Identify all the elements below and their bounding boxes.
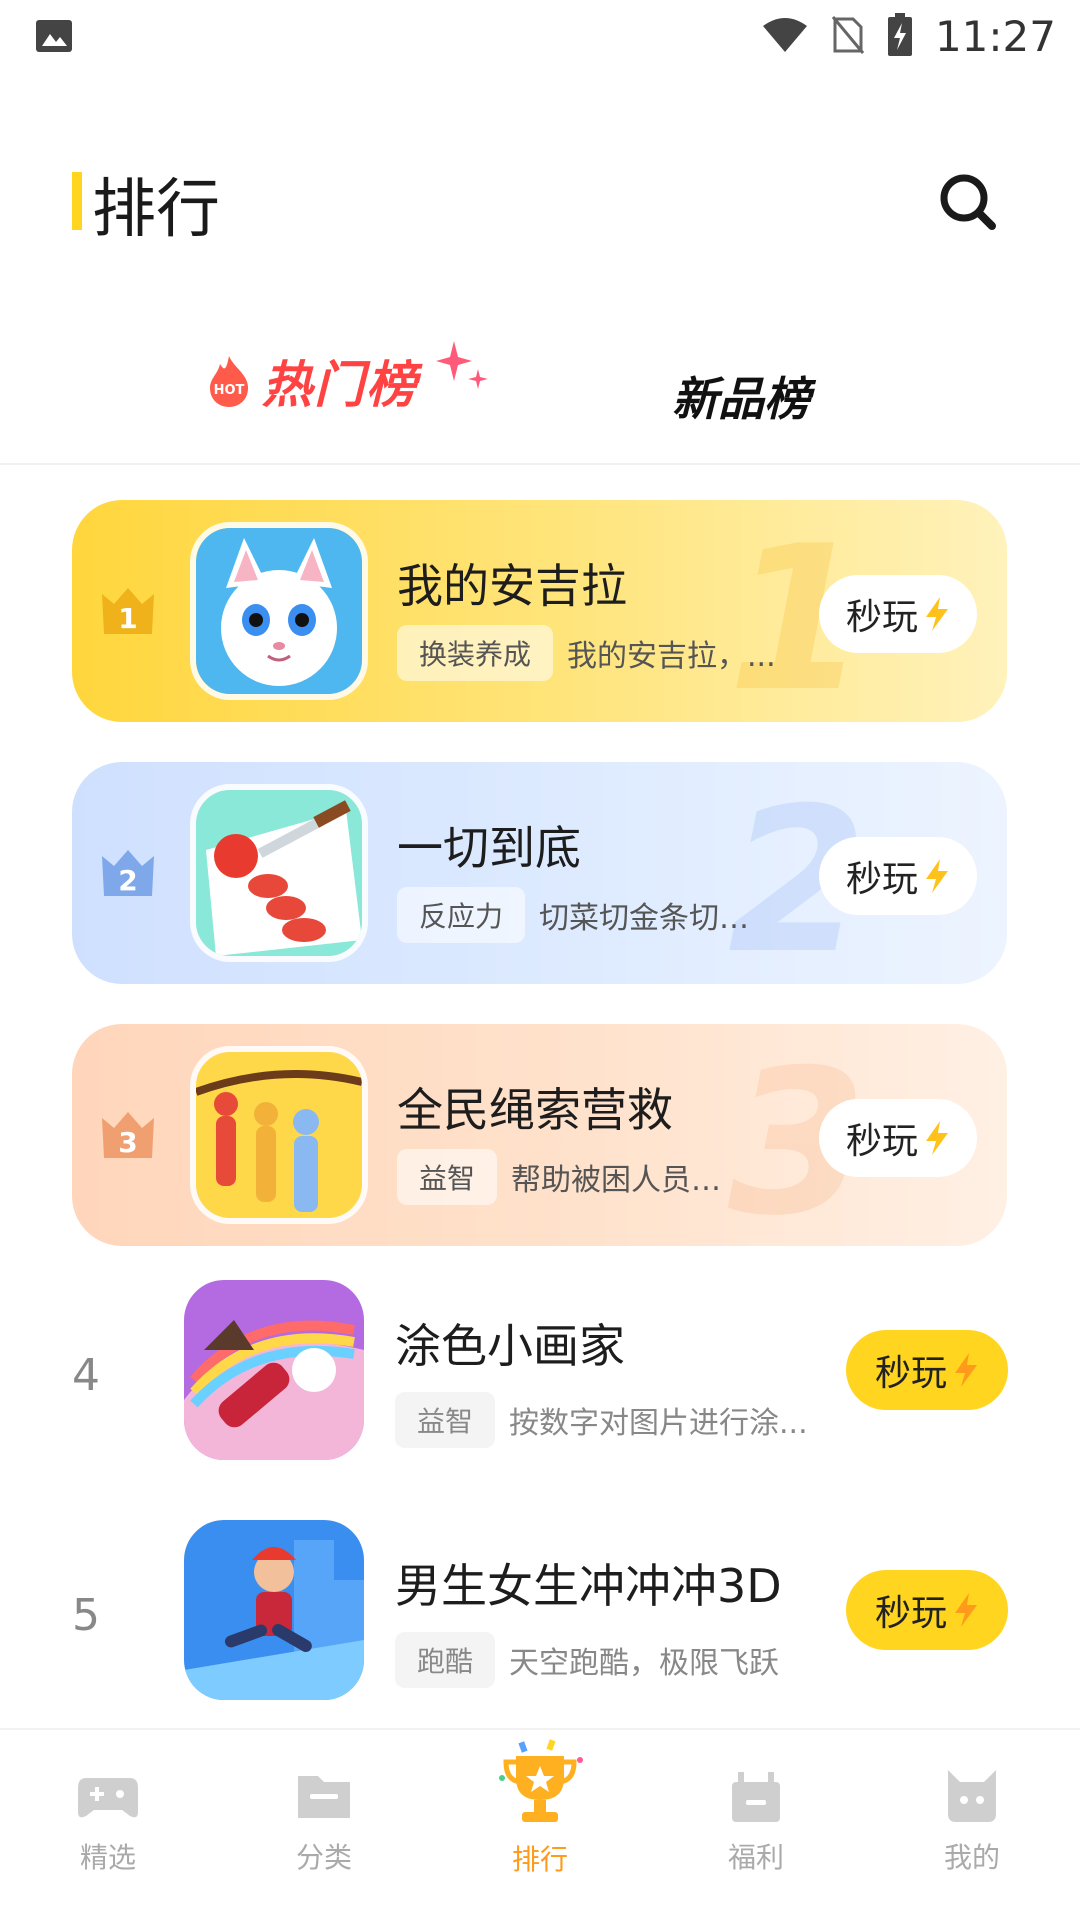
rank-card-3[interactable]: 3 3 全民绳索营救 益智 帮助被困人员达到... 秒玩 bbox=[72, 1024, 1007, 1246]
app-description: 按数字对图片进行涂... bbox=[509, 1406, 808, 1441]
nav-item-featured[interactable]: 精选 bbox=[38, 1766, 178, 1876]
sparkle-icon bbox=[436, 341, 488, 389]
rank-3-crown-icon: 3 bbox=[102, 1112, 154, 1159]
rank-1-crown-icon: 1 bbox=[102, 588, 154, 635]
search-icon[interactable] bbox=[936, 170, 1000, 234]
tab-hot-list[interactable]: HOT 热门榜 bbox=[200, 345, 418, 417]
app-icon-coloring[interactable] bbox=[184, 1280, 364, 1460]
nav-label: 我的 bbox=[943, 1841, 1000, 1874]
nav-label: 分类 bbox=[295, 1841, 352, 1874]
app-meta: 跑酷 天空跑酷，极限飞跃 bbox=[395, 1632, 779, 1688]
lightning-icon bbox=[926, 1121, 948, 1155]
nav-item-category[interactable]: 分类 bbox=[254, 1766, 394, 1876]
play-label: 秒玩 bbox=[874, 1353, 947, 1394]
app-name[interactable]: 一切到底 bbox=[397, 812, 581, 878]
svg-text:3: 3 bbox=[118, 1126, 137, 1159]
app-icon-angela[interactable] bbox=[190, 522, 368, 700]
app-meta: 换装养成 我的安吉拉，... bbox=[397, 625, 776, 681]
app-icon-runner[interactable] bbox=[184, 1520, 364, 1700]
app-name[interactable]: 我的安吉拉 bbox=[397, 550, 627, 616]
app-description: 切菜切金条切水... bbox=[539, 901, 770, 936]
instant-play-button[interactable]: 秒玩 bbox=[819, 575, 977, 653]
gamepad-icon bbox=[76, 1766, 140, 1826]
no-sim-icon bbox=[831, 15, 865, 59]
rank-card-1[interactable]: 1 1 我的安吉拉 换装养成 我的安吉拉，... 秒玩 bbox=[72, 500, 1007, 722]
folder-icon bbox=[292, 1766, 356, 1826]
nav-item-benefits[interactable]: 福利 bbox=[686, 1766, 826, 1876]
lightning-icon bbox=[926, 859, 948, 893]
app-description: 帮助被困人员达到... bbox=[511, 1163, 741, 1198]
instant-play-button[interactable]: 秒玩 bbox=[846, 1330, 1008, 1410]
app-meta: 益智 帮助被困人员达到... bbox=[397, 1149, 741, 1205]
header: 排行 bbox=[0, 150, 1080, 260]
instant-play-button[interactable]: 秒玩 bbox=[819, 1099, 977, 1177]
status-time: 11:27 bbox=[934, 12, 1056, 61]
instant-play-button[interactable]: 秒玩 bbox=[819, 837, 977, 915]
lightning-icon bbox=[926, 597, 948, 631]
play-label: 秒玩 bbox=[845, 597, 918, 638]
play-label: 秒玩 bbox=[874, 1593, 947, 1634]
category-tag: 换装养成 bbox=[397, 625, 554, 681]
tab-hot-label: 热门榜 bbox=[262, 356, 418, 414]
app-meta: 反应力 切菜切金条切水... bbox=[397, 887, 769, 943]
status-bar: 11:27 bbox=[0, 0, 1080, 75]
nav-label: 精选 bbox=[79, 1841, 136, 1874]
wifi-icon bbox=[761, 16, 809, 58]
gift-icon bbox=[724, 1766, 788, 1826]
rank-2-crown-icon: 2 bbox=[102, 850, 154, 897]
ranking-tabs: HOT 热门榜 新品榜 bbox=[0, 341, 1080, 465]
svg-text:HOT: HOT bbox=[214, 383, 245, 398]
category-tag: 益智 bbox=[395, 1392, 496, 1448]
app-description: 天空跑酷，极限飞跃 bbox=[509, 1646, 780, 1681]
bottom-nav: 精选 分类 排行 福利 我的 bbox=[0, 1728, 1080, 1920]
rank-row-4[interactable]: 4 涂色小画家 益智 按数字对图片进行涂... 秒玩 bbox=[0, 1280, 1080, 1480]
lightning-icon bbox=[955, 1593, 977, 1627]
app-name[interactable]: 涂色小画家 bbox=[395, 1310, 625, 1376]
nav-item-profile[interactable]: 我的 bbox=[902, 1766, 1042, 1876]
app-name[interactable]: 男生女生冲冲冲3D bbox=[395, 1550, 782, 1616]
trophy-icon bbox=[490, 1738, 590, 1828]
tab-new-list[interactable]: 新品榜 bbox=[672, 363, 810, 429]
nav-item-ranking[interactable]: 排行 bbox=[470, 1738, 610, 1878]
battery-charging-icon bbox=[887, 12, 913, 61]
nav-label: 福利 bbox=[727, 1841, 784, 1874]
app-name[interactable]: 全民绳索营救 bbox=[397, 1074, 673, 1140]
svg-text:1: 1 bbox=[118, 602, 137, 635]
app-icon-slice-it[interactable] bbox=[190, 784, 368, 962]
rank-number: 5 bbox=[72, 1590, 100, 1641]
play-label: 秒玩 bbox=[845, 859, 918, 900]
category-tag: 跑酷 bbox=[395, 1632, 496, 1688]
app-meta: 益智 按数字对图片进行涂... bbox=[395, 1392, 808, 1448]
svg-text:2: 2 bbox=[118, 864, 137, 897]
page-title: 排行 bbox=[92, 173, 220, 247]
nav-label: 排行 bbox=[511, 1843, 568, 1876]
title-accent-bar bbox=[72, 172, 82, 230]
rank-row-5[interactable]: 5 男生女生冲冲冲3D 跑酷 天空跑酷，极限飞跃 秒玩 bbox=[0, 1520, 1080, 1720]
rank-card-2[interactable]: 2 2 一切到底 反应力 切菜切金条切水... 秒玩 bbox=[72, 762, 1007, 984]
category-tag: 益智 bbox=[397, 1149, 498, 1205]
app-icon-rope-rescue[interactable] bbox=[190, 1046, 368, 1224]
rank-number: 4 bbox=[72, 1350, 100, 1401]
play-label: 秒玩 bbox=[845, 1121, 918, 1162]
profile-icon bbox=[940, 1766, 1004, 1826]
hot-flame-icon: HOT bbox=[200, 352, 258, 410]
category-tag: 反应力 bbox=[397, 887, 526, 943]
lightning-icon bbox=[955, 1353, 977, 1387]
app-description: 我的安吉拉，... bbox=[567, 639, 776, 674]
image-icon bbox=[34, 18, 74, 58]
instant-play-button[interactable]: 秒玩 bbox=[846, 1570, 1008, 1650]
